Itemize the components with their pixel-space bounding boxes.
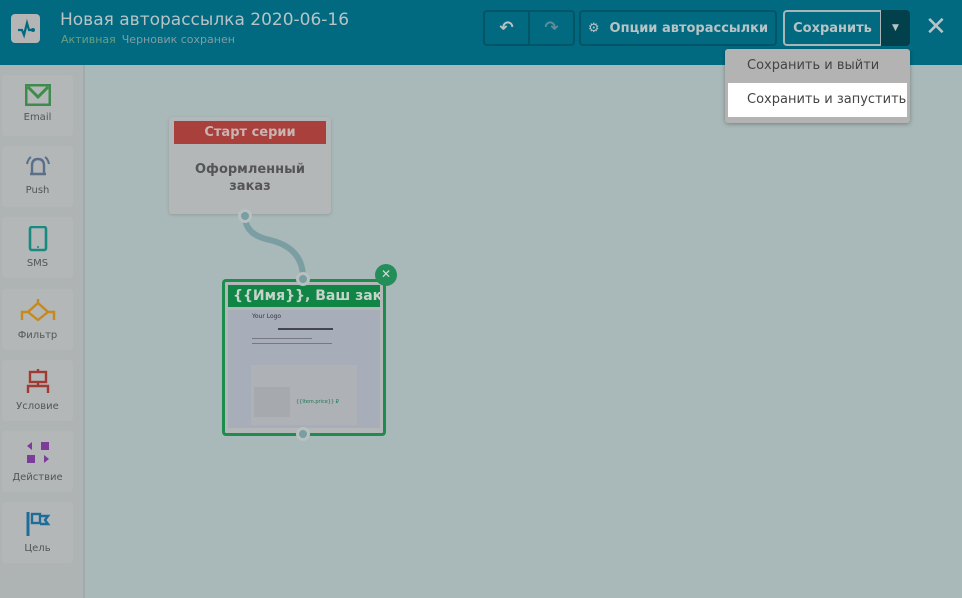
output-port[interactable] [238, 209, 252, 223]
start-node-body: Оформленный заказ [195, 162, 305, 194]
start-node-header: Старт серии [174, 121, 326, 144]
menu-item-save-exit[interactable]: Сохранить и выйти [725, 49, 910, 83]
delete-node-button[interactable]: ✕ [375, 264, 397, 286]
start-node[interactable]: Старт серии Оформленный заказ [169, 117, 331, 214]
output-port[interactable] [296, 427, 310, 441]
menu-item-save-launch[interactable]: Сохранить и запустить [728, 83, 907, 117]
input-port[interactable] [296, 272, 310, 286]
email-node-header: {{Имя}}, Ваш заказ б... [228, 285, 380, 307]
save-dropdown-menu: Сохранить и выйти Сохранить и запустить [725, 49, 910, 123]
email-node[interactable]: {{Имя}}, Ваш заказ б... Your Logo {{Item… [222, 279, 386, 436]
email-preview-thumbnail: Your Logo {{Item.price}} ₽ [228, 310, 380, 428]
